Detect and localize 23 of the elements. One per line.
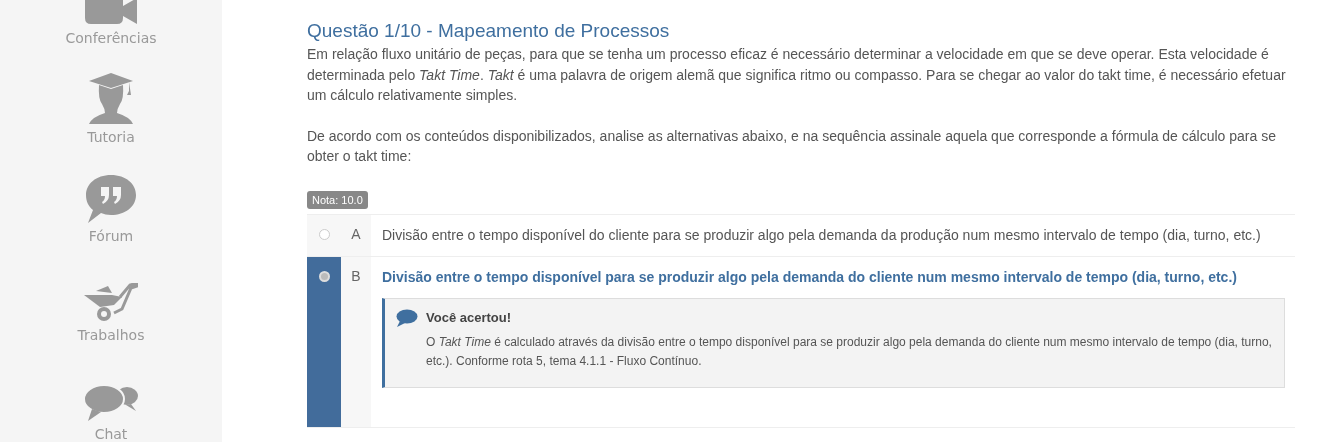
question-text: Em relação fluxo unitário de peças, para que se tenha um processo eficaz é necessário determinar a velocidade em que se deve operar. Esta velocidade é determinada pelo Takt Time. Takt é uma palavra de origem alemã que significa ritmo ou compasso. Para se chegar ao valor do takt time, é necessário efetuar um cálculo relativamente simples. (307, 45, 1287, 105)
option-letter: B (341, 256, 371, 427)
sidebar-item[interactable]: Tutoria (87, 127, 135, 147)
question-title: Questão 1/10 - Mapeamento de Processos (307, 19, 671, 43)
feedback-title: Você acertou! (426, 310, 511, 325)
sidebar-item[interactable]: Fórum (88, 226, 134, 246)
quote-bubble-icon (85, 174, 137, 224)
wheelbarrow-icon (84, 283, 138, 323)
sidebar-item[interactable]: Trabalhos (77, 325, 145, 345)
feedback-text: O Takt Time é calculado através da divisão entre o tempo disponível para se produzir algo pela demanda do cliente num mesmo intervalo de tempo (dia, turno, etc.). Conforme rota 5, tema 4.1.1 - Fluxo Contínuo. (426, 333, 1272, 370)
sidebar-item[interactable]: Conferências (65, 28, 157, 48)
video-camera-icon (83, 0, 139, 26)
radio-button[interactable] (318, 228, 330, 240)
option-text[interactable]: Divisão entre o tempo disponível para se produzir algo pela demanda do cliente num mesmo intervalo de tempo (dia, turno, etc.) (382, 266, 1285, 288)
grade-badge: Nota: 10.0 (307, 190, 368, 209)
radio-button[interactable] (318, 270, 330, 282)
option-text[interactable]: Divisão entre o tempo disponível do cliente para se produzir algo pela demanda da produção num mesmo intervalo de tempo (dia, turno, etc.) (382, 224, 1285, 246)
sidebar-item[interactable]: Chat (94, 424, 128, 442)
graduate-icon (88, 71, 134, 125)
question-text: De acordo com os conteúdos disponibilizados, analise as alternativas abaixo, e na sequência assinale aquela que corresponde a fórmula de cálculo para se obter o takt time: (307, 126, 1277, 166)
chat-bubbles-icon (84, 384, 138, 422)
option-letter: A (341, 214, 371, 256)
speech-bubble-icon (396, 308, 418, 327)
